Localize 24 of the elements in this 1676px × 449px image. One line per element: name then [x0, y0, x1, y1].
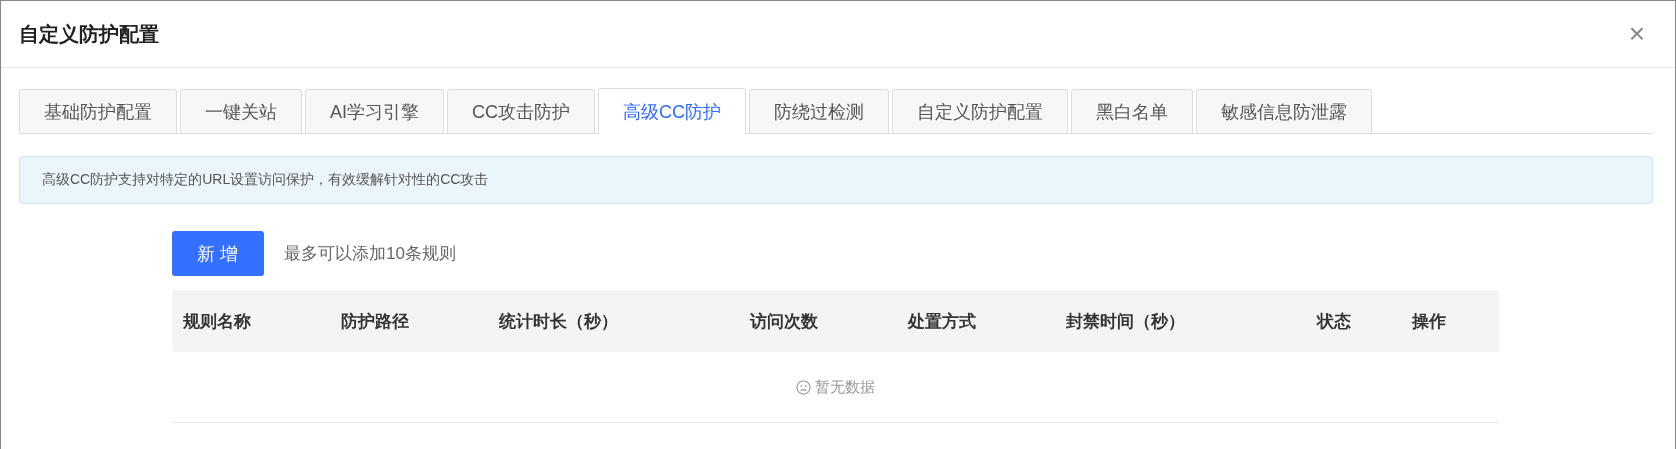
- info-notice: 高级CC防护支持对特定的URL设置访问保护，有效缓解针对性的CC攻击: [19, 156, 1653, 204]
- tab[interactable]: 一键关站: [180, 89, 302, 133]
- column-header: 状态: [1315, 310, 1352, 333]
- column-header: 规则名称: [182, 310, 252, 333]
- tab[interactable]: CC攻击防护: [447, 89, 595, 133]
- tab[interactable]: 防绕过检测: [749, 89, 889, 133]
- tab[interactable]: 自定义防护配置: [892, 89, 1068, 133]
- limit-hint: 最多可以添加10条规则: [284, 243, 456, 265]
- column-header: 封禁时间（秒）: [1065, 310, 1186, 333]
- tab[interactable]: 敏感信息防泄露: [1196, 89, 1372, 133]
- tab[interactable]: 高级CC防护: [598, 88, 746, 134]
- column-header: 处置方式: [906, 310, 977, 333]
- column-header: 操作: [1410, 310, 1447, 333]
- sad-face-icon: [796, 379, 811, 395]
- column-header: 访问次数: [748, 310, 819, 333]
- close-button[interactable]: ×: [1628, 20, 1645, 48]
- column-header: 防护路径: [340, 310, 410, 333]
- tab[interactable]: 黑白名单: [1071, 89, 1193, 133]
- tab[interactable]: AI学习引擎: [305, 89, 444, 133]
- tab[interactable]: 基础防护配置: [19, 89, 177, 133]
- empty-text: 暂无数据: [815, 377, 875, 397]
- add-button[interactable]: 新 增: [172, 231, 264, 276]
- column-header: 统计时长（秒）: [498, 310, 619, 333]
- dialog-title: 自定义防护配置: [19, 21, 159, 47]
